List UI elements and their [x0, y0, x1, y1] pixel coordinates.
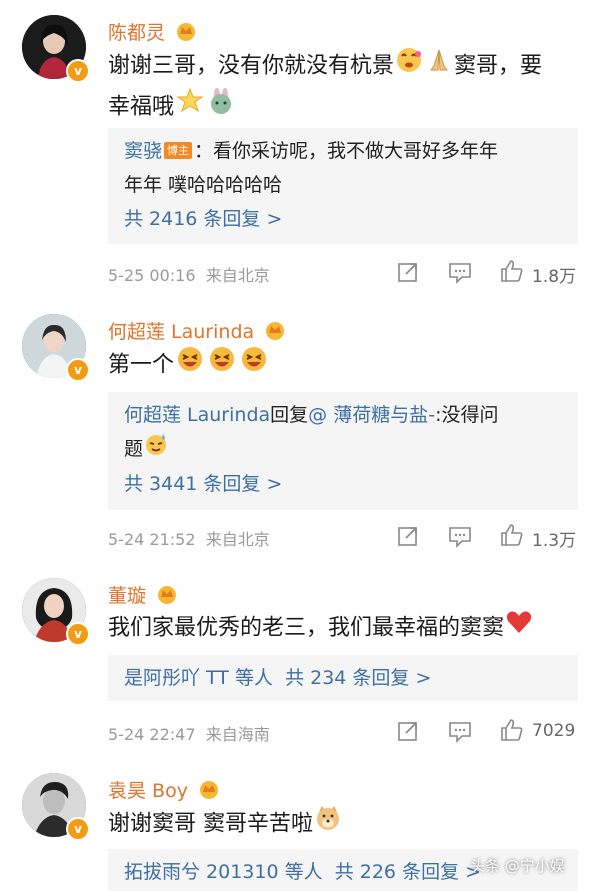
verified-badge-icon: v	[66, 817, 90, 841]
comment-text: 谢谢窦哥 窦哥辛苦啦	[108, 804, 578, 845]
comment-meta: 5-24 21:52 来自北京	[108, 526, 270, 550]
comment-text-part: 我们家最优秀的老三，我们最幸福的窦窦	[108, 615, 505, 641]
reply-summary-link[interactable]: 拓拔雨兮 201310 等人	[124, 861, 323, 883]
weibo-comment-list: { "comments": [ { "name": "陈都灵", "text_a…	[0, 0, 600, 891]
reply-summary-link[interactable]: 是阿彤吖 TT 等人	[124, 667, 273, 689]
location: 来自北京	[205, 530, 270, 549]
timestamp: 5-24 22:47	[108, 725, 196, 744]
comment-icon[interactable]	[447, 719, 473, 747]
like-count: 7029	[532, 721, 576, 741]
doge-emoji-icon	[314, 804, 342, 845]
crown-icon	[175, 21, 197, 46]
laughing-face-emoji-icon	[239, 345, 269, 386]
crown-icon	[156, 584, 178, 609]
location: 来自海南	[205, 725, 270, 744]
host-badge: 博主	[164, 142, 193, 159]
reply-box[interactable]: 窦骁 博主 ：看你采访呢，我不做大哥好多年年 年年 噗哈哈哈哈哈 共 2416 条回…	[108, 128, 578, 244]
reply-author[interactable]: 何超莲 Laurinda	[124, 404, 270, 426]
reply-text-part: :没得问	[435, 404, 499, 426]
star-emoji-icon	[175, 87, 205, 128]
reply-text: 是阿彤吖 TT 等人 共 234 条回复 >	[124, 661, 564, 695]
comment-meta: 5-24 22:47 来自海南	[108, 721, 270, 745]
comment-text-part: 第一个	[108, 352, 175, 378]
reply-text: 窦骁 博主 ：看你采访呢，我不做大哥好多年年 年年 噗哈哈哈哈哈 共 2416 条回…	[124, 134, 564, 236]
commenter-name[interactable]: 陈都灵	[108, 18, 197, 46]
share-icon[interactable]	[396, 524, 420, 552]
comment-text-part: 谢谢窦哥 窦哥辛苦啦	[108, 811, 313, 837]
comment-icon[interactable]	[447, 524, 473, 552]
comment-text-part: 窦哥，要	[454, 53, 543, 79]
commenter-name-text: 陈都灵	[108, 22, 166, 44]
reply-count-link[interactable]: 共 2416 条回复 >	[124, 208, 282, 230]
laughing-face-emoji-icon	[175, 345, 205, 386]
reply-box[interactable]: 是阿彤吖 TT 等人 共 234 条回复 >	[108, 655, 578, 701]
like-icon[interactable]	[499, 522, 525, 552]
timestamp: 5-24 21:52	[108, 530, 196, 549]
comment-text: 谢谢三哥，没有你就没有杭景 窦哥，要 幸福哦	[108, 46, 578, 128]
timestamp: 5-25 00:16	[108, 266, 196, 285]
verified-badge-icon: v	[66, 622, 90, 646]
verified-badge-icon: v	[66, 358, 90, 382]
reply-text-part: 题	[124, 438, 144, 460]
bunny-emoji-icon	[207, 87, 235, 128]
comment-meta: 5-25 00:16 来自北京	[108, 262, 270, 286]
sweat-face-emoji-icon	[144, 432, 168, 467]
love-face-emoji-icon	[395, 46, 423, 87]
crown-icon	[264, 320, 286, 345]
share-icon[interactable]	[396, 260, 420, 288]
commenter-name[interactable]: 董璇	[108, 581, 178, 609]
comment-text-part: 幸福哦	[108, 94, 175, 120]
reply-text: 何超莲 Laurinda回复@ 薄荷糖与盐-:没得问 题 共 3441 条回复 …	[124, 398, 564, 501]
reply-count-link[interactable]: 共 234 条回复 >	[285, 667, 431, 689]
watermark: 头条 @宁小娱	[470, 857, 565, 875]
commenter-name[interactable]: 袁昊 Boy	[108, 776, 220, 804]
comment-text-part: 谢谢三哥，没有你就没有杭景	[108, 53, 395, 79]
commenter-name[interactable]: 何超莲 Laurinda	[108, 317, 286, 345]
mention-link[interactable]: @ 薄荷糖与盐-	[308, 404, 435, 426]
reply-count-link[interactable]: 共 226 条回复 >	[335, 861, 481, 883]
reply-text-part: 年年 噗哈哈哈哈哈	[124, 174, 283, 196]
commenter-name-text: 何超莲 Laurinda	[108, 321, 255, 343]
location: 来自北京	[205, 266, 270, 285]
reply-word: 回复	[270, 404, 309, 426]
comment-icon[interactable]	[447, 260, 473, 288]
like-count: 1.3万	[532, 531, 577, 551]
reply-author[interactable]: 窦骁	[124, 140, 162, 162]
reply-count-link[interactable]: 共 3441 条回复 >	[124, 473, 282, 495]
share-icon[interactable]	[396, 719, 420, 747]
like-icon[interactable]	[499, 717, 525, 747]
comment-text: 我们家最优秀的老三，我们最幸福的窦窦	[108, 609, 578, 648]
like-icon[interactable]	[499, 258, 525, 288]
comment-text: 第一个	[108, 345, 578, 386]
reply-text-part: ：看你采访呢，我不做大哥好多年年	[194, 140, 499, 162]
red-heart-emoji-icon	[505, 609, 533, 648]
crown-icon	[198, 779, 220, 804]
commenter-name-text: 袁昊 Boy	[108, 780, 188, 802]
praying-hands-emoji-icon	[425, 46, 453, 87]
like-count: 1.8万	[532, 267, 577, 287]
verified-badge-icon: v	[66, 59, 90, 83]
reply-box[interactable]: 何超莲 Laurinda回复@ 薄荷糖与盐-:没得问 题 共 3441 条回复 …	[108, 392, 578, 510]
commenter-name-text: 董璇	[108, 585, 147, 607]
laughing-face-emoji-icon	[207, 345, 237, 386]
